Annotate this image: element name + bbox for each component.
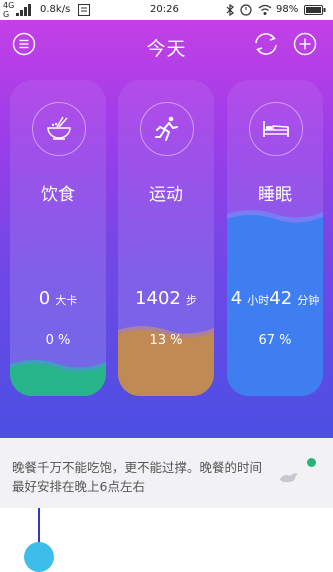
exercise-percent: 13 % [149, 333, 183, 348]
diet-card[interactable]: 饮食 0 大卡 0 % [10, 80, 106, 396]
exercise-label: 运动 [149, 185, 183, 205]
timeline-node [24, 542, 54, 572]
sleep-hours-unit: 小时 [247, 294, 270, 307]
bowl-icon [47, 116, 71, 140]
battery-icon [304, 5, 326, 15]
diet-calories: 0 [38, 288, 51, 309]
exercise-steps: 1402 [135, 288, 181, 309]
network-label: 4G [3, 1, 15, 10]
timeline-line [38, 508, 40, 544]
sleep-label: 睡眠 [258, 185, 292, 205]
diet-progress-wave [10, 356, 106, 396]
exercise-unit: 步 [185, 294, 197, 307]
bed-icon-ring [249, 102, 303, 156]
sleep-percent: 67 % [258, 333, 292, 348]
bird-icon [280, 473, 298, 483]
page-title: 今天 [146, 38, 187, 60]
wifi-icon [258, 4, 272, 15]
exercise-card[interactable]: 运动 1402 步 13 % [118, 80, 214, 396]
sync-icon[interactable] [252, 30, 280, 58]
clock: 20:26 [150, 4, 179, 15]
timeline [0, 508, 333, 572]
runner-icon-ring [140, 102, 194, 156]
network-speed: 0.8k/s [40, 4, 71, 15]
battery-percent: 98% [276, 4, 299, 15]
notification-icon [78, 4, 90, 16]
runner-icon [155, 116, 178, 141]
exercise-progress-wave [118, 320, 214, 396]
network-label-2: G [3, 10, 10, 19]
diet-label: 饮食 [41, 185, 75, 205]
diet-value: 0 大卡 [10, 288, 106, 309]
bowl-icon-ring [32, 102, 86, 156]
diet-unit: 大卡 [55, 294, 78, 307]
today-panel: 今天 饮食 0 大卡 0 % 运动 1402 步 13 % 睡眠 4 小时42 … [0, 20, 333, 438]
add-icon[interactable] [293, 32, 317, 56]
tip-text: 晚餐千万不能吃饱，更不能过撑。晚餐的时间最好安排在晚上6点左右 [12, 460, 263, 494]
bed-icon [263, 121, 289, 137]
sleep-value: 4 小时42 分钟 [227, 288, 323, 309]
tip-status-dot [307, 458, 316, 467]
sleep-hours: 4 [230, 288, 243, 309]
sleep-card[interactable]: 睡眠 4 小时42 分钟 67 % [227, 80, 323, 396]
exercise-value: 1402 步 [118, 288, 214, 309]
alarm-icon [240, 4, 252, 16]
status-bar: 4G G 0.8k/s 20:26 98% [0, 0, 333, 20]
bluetooth-icon [226, 4, 234, 16]
sleep-minutes-unit: 分钟 [297, 294, 320, 307]
tip-section[interactable]: 晚餐千万不能吃饱，更不能过撑。晚餐的时间最好安排在晚上6点左右 [0, 438, 333, 508]
sleep-minutes: 42 [269, 288, 293, 309]
diet-percent: 0 % [45, 333, 71, 348]
signal-icon [16, 4, 31, 16]
